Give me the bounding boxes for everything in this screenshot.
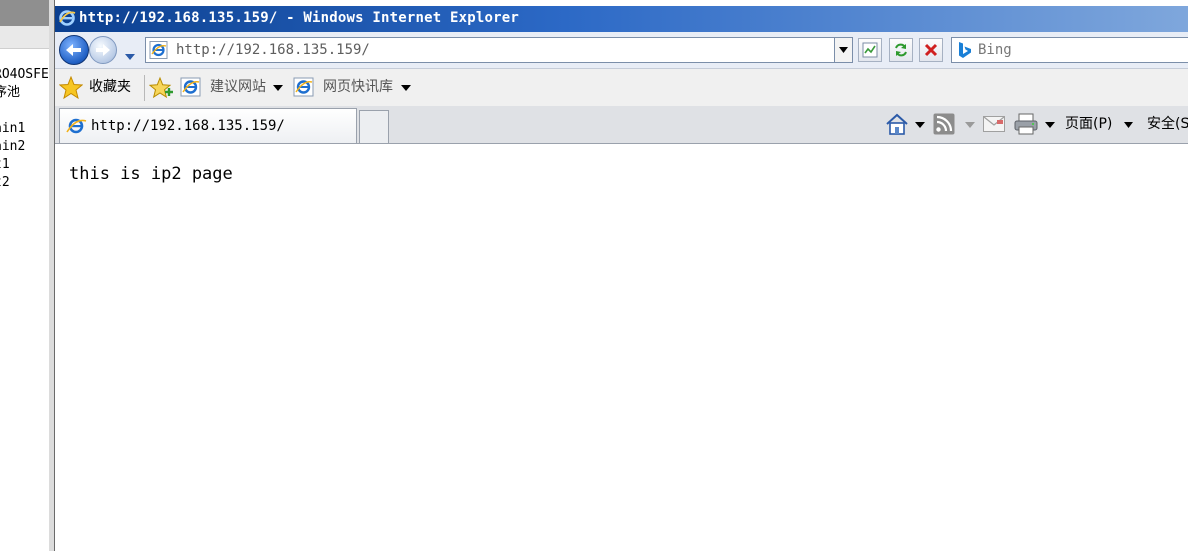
search-input[interactable]: Bing: [951, 37, 1188, 63]
favorites-bar: 收藏夹 建议网站 网页快讯库: [55, 69, 1188, 107]
tree-item[interactable]: 序池: [0, 84, 48, 102]
rss-feed-icon: [933, 113, 955, 135]
ie-logo-icon: [58, 9, 76, 31]
home-button[interactable]: [885, 112, 927, 136]
mail-button[interactable]: [983, 112, 1007, 136]
compatibility-icon: [862, 42, 878, 58]
background-window-titlebar: [0, 0, 54, 26]
printer-icon: [1014, 113, 1038, 135]
compatibility-view-button[interactable]: [858, 38, 882, 62]
bing-icon: [957, 41, 973, 63]
address-input[interactable]: http://192.168.135.159/: [145, 37, 845, 63]
new-tab-button[interactable]: [359, 110, 389, 143]
feeds-button[interactable]: [933, 112, 977, 136]
tab-active[interactable]: http://192.168.135.159/: [59, 108, 357, 143]
tree-item[interactable]: ain1: [0, 120, 48, 138]
favorites-label: 收藏夹: [89, 79, 131, 95]
refresh-button[interactable]: [889, 38, 913, 62]
web-slice-gallery-button[interactable]: 网页快讯库: [293, 76, 417, 98]
chevron-down-icon: [839, 47, 848, 53]
page-content: this is ip2 page: [55, 144, 1188, 551]
ie-page-icon: [293, 77, 315, 104]
forward-arrow-icon: [96, 44, 110, 56]
tree-item: [0, 102, 48, 120]
star-icon: [58, 75, 84, 107]
home-icon: [886, 113, 908, 135]
add-favorite-star-icon: [148, 76, 173, 99]
toolbar-separator: [144, 75, 145, 101]
chevron-down-icon: [915, 122, 925, 128]
tree-item[interactable]: ain2: [0, 138, 48, 156]
web-slice-gallery-label: 网页快讯库: [323, 79, 393, 95]
background-window-toolbar: [0, 26, 54, 49]
back-button[interactable]: [59, 35, 89, 65]
title-bar[interactable]: http://192.168.135.159/ - Windows Intern…: [55, 6, 1188, 32]
chevron-down-icon: [965, 122, 975, 128]
add-to-favorites-bar-button[interactable]: [148, 76, 175, 99]
back-arrow-icon: [66, 44, 81, 56]
mail-icon: [983, 116, 1005, 132]
chevron-down-icon: [1045, 122, 1055, 128]
chevron-down-icon: [273, 85, 283, 91]
background-tree: RO4OSFE 序池 ain1 ain2 t1 t2: [0, 66, 54, 192]
refresh-icon: [895, 43, 907, 57]
suggested-sites-label: 建议网站: [210, 79, 266, 95]
tab-row: http://192.168.135.159/ 页面(P) 安全(S: [55, 106, 1188, 144]
stop-button[interactable]: [919, 38, 943, 62]
page-menu-label: 页面(P): [1065, 116, 1113, 132]
tab-favicon-icon: [65, 116, 87, 140]
safety-menu-label: 安全(S: [1147, 116, 1188, 132]
ie-window: http://192.168.135.159/ - Windows Intern…: [54, 0, 1188, 551]
recent-pages-dropdown-icon[interactable]: [124, 46, 136, 65]
background-window: RO4OSFE 序池 ain1 ain2 t1 t2: [0, 0, 54, 551]
print-button[interactable]: [1013, 112, 1059, 136]
url-text: http://192.168.135.159/: [176, 42, 370, 58]
tree-item[interactable]: t1: [0, 156, 48, 174]
chevron-down-icon: [1124, 122, 1133, 128]
page-menu-button[interactable]: 页面(P): [1065, 112, 1137, 136]
forward-button[interactable]: [89, 36, 117, 64]
window-title: http://192.168.135.159/ - Windows Intern…: [79, 10, 520, 26]
safety-menu-button[interactable]: 安全(S: [1147, 112, 1188, 136]
stop-icon: [924, 43, 938, 57]
search-placeholder: Bing: [978, 42, 1012, 58]
address-dropdown-button[interactable]: [834, 37, 853, 63]
page-e-icon: [149, 41, 169, 63]
address-bar: http://192.168.135.159/ Bing: [55, 32, 1188, 69]
tree-item[interactable]: RO4OSFE: [0, 66, 49, 84]
page-body-text: this is ip2 page: [69, 164, 233, 184]
tree-item[interactable]: t2: [0, 174, 48, 192]
suggested-sites-button[interactable]: 建议网站: [180, 76, 288, 98]
chevron-down-icon: [401, 85, 411, 91]
tab-label: http://192.168.135.159/: [91, 118, 285, 134]
ie-page-icon: [180, 77, 202, 104]
